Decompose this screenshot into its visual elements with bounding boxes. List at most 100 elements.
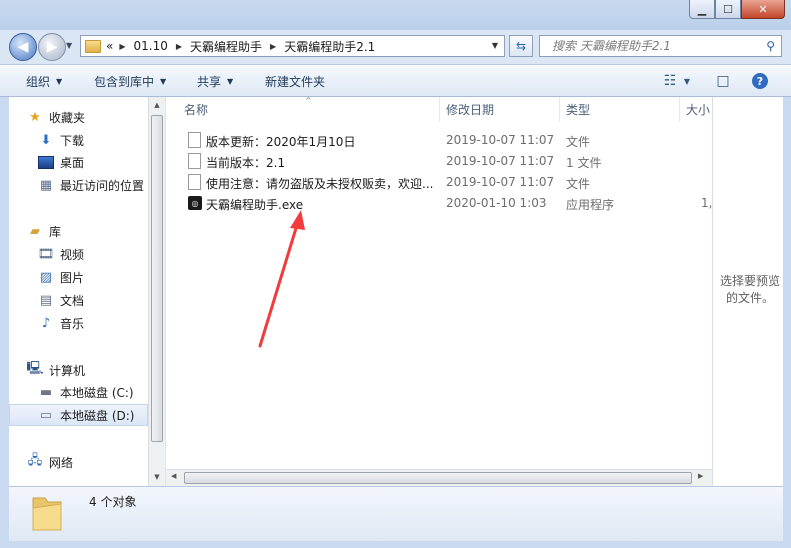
sidebar-item-label: 视频	[60, 247, 85, 262]
preview-pane-button[interactable]: □	[712, 70, 734, 92]
details-pane: 4 个对象	[9, 486, 783, 541]
breadcrumb-item[interactable]: 01.10	[134, 39, 168, 53]
scrollbar-thumb[interactable]	[184, 472, 692, 484]
pictures-icon: ▨	[39, 269, 53, 285]
refresh-button[interactable]: ⇆	[509, 35, 533, 57]
organize-label: 组织	[26, 75, 51, 89]
sidebar-item-label: 本地磁盘 (C:)	[60, 385, 134, 400]
help-button[interactable]: ?	[749, 70, 771, 92]
new-folder-label: 新建文件夹	[265, 75, 326, 89]
title-bar[interactable]: ▁ ☐ ✕	[0, 0, 791, 30]
sidebar-item-label: 音乐	[60, 316, 85, 331]
sidebar-item-favorites[interactable]: ★ 收藏夹	[27, 106, 148, 128]
network-icon: 🖧	[27, 453, 43, 468]
recent-pages-dropdown[interactable]: ▼	[66, 41, 72, 50]
view-icon: ☷	[663, 73, 677, 89]
horizontal-scrollbar[interactable]: ◀ ▶	[166, 469, 712, 486]
star-icon: ★	[29, 109, 41, 125]
preview-message: 选择要预览的文件。	[719, 274, 780, 305]
navigation-pane: ★ 收藏夹 ⬇ 下载 桌面 ▦ 最近访问的位置 ▰ 库 🎞 视频 ▨ 图片 ▤	[9, 97, 148, 486]
caption-buttons: ▁ ☐ ✕	[689, 0, 785, 19]
sidebar-item-label: 计算机	[49, 363, 86, 378]
arrow-right-icon: ▶	[46, 39, 58, 55]
folder-icon	[85, 39, 101, 53]
search-icon[interactable]: ⚲	[766, 39, 775, 53]
sidebar-item-music[interactable]: ♪ 音乐	[38, 312, 148, 334]
navigation-scrollbar[interactable]: ▲ ▼	[148, 97, 165, 486]
search-input[interactable]	[550, 38, 764, 54]
maximize-button[interactable]: ☐	[715, 0, 741, 19]
computer-icon: 🖳	[26, 361, 44, 376]
system-drive-icon: ▬	[39, 384, 53, 400]
chevron-right-icon[interactable]: ▶	[176, 42, 182, 51]
back-button[interactable]: ◀	[9, 33, 37, 61]
sidebar-item-documents[interactable]: ▤ 文档	[38, 289, 148, 311]
help-icon: ?	[752, 73, 768, 89]
desktop-icon	[38, 154, 54, 170]
video-icon: 🎞	[37, 246, 55, 262]
sidebar-item-recent-places[interactable]: ▦ 最近访问的位置	[38, 174, 148, 196]
scroll-right-arrow-icon[interactable]: ▶	[698, 472, 703, 480]
command-bar: 组织 ▼ 包含到库中 ▼ 共享 ▼ 新建文件夹 ☷ ▼ □ ?	[0, 64, 791, 97]
music-icon: ♪	[41, 315, 51, 331]
dropdown-arrow-icon: ▼	[56, 77, 63, 86]
close-button[interactable]: ✕	[741, 0, 785, 19]
annotation-arrow	[258, 210, 305, 348]
preview-pane-icon: □	[716, 73, 730, 89]
scroll-up-arrow-icon[interactable]: ▲	[149, 101, 165, 109]
scroll-left-arrow-icon[interactable]: ◀	[171, 472, 176, 480]
refresh-icon: ⇆	[515, 39, 527, 53]
item-count: 4 个对象	[89, 495, 137, 509]
include-in-library-menu[interactable]: 包含到库中 ▼	[94, 73, 166, 90]
chevron-right-icon[interactable]: ▶	[270, 42, 276, 51]
sidebar-item-label: 桌面	[60, 155, 85, 170]
drive-icon: ▭	[39, 407, 53, 423]
sidebar-item-label: 最近访问的位置	[60, 178, 145, 193]
sidebar-item-label: 收藏夹	[49, 110, 86, 125]
view-options-button[interactable]: ☷	[659, 70, 681, 92]
sidebar-item-videos[interactable]: 🎞 视频	[38, 243, 148, 265]
sidebar-item-network[interactable]: 🖧 网络	[27, 451, 148, 473]
view-options-dropdown[interactable]: ▼	[680, 70, 694, 92]
breadcrumb: « ▶ 01.10 ▶ 天霸编程助手 ▶ 天霸编程助手2.1	[106, 38, 375, 55]
chevron-right-icon: ▶	[119, 41, 126, 51]
preview-pane: 选择要预览的文件。	[712, 97, 783, 486]
sidebar-item-label: 本地磁盘 (D:)	[60, 408, 135, 423]
dropdown-arrow-icon: ▼	[160, 77, 167, 86]
window-frame	[0, 97, 9, 548]
sidebar-item-pictures[interactable]: ▨ 图片	[38, 266, 148, 288]
minimize-button[interactable]: ▁	[689, 0, 715, 19]
sidebar-item-desktop[interactable]: 桌面	[38, 151, 148, 173]
sidebar-item-drive-d[interactable]: ▭ 本地磁盘 (D:)	[9, 404, 148, 426]
sidebar-item-label: 文档	[60, 293, 85, 308]
window-frame	[783, 97, 791, 548]
scroll-down-arrow-icon[interactable]: ▼	[149, 473, 165, 481]
sidebar-item-label: 库	[49, 224, 62, 239]
downloads-icon: ⬇	[40, 132, 52, 148]
sidebar-item-libraries[interactable]: ▰ 库	[27, 220, 148, 242]
sidebar-item-label: 下载	[60, 133, 85, 148]
sidebar-item-label: 网络	[49, 455, 74, 470]
address-bar[interactable]: « ▶ 01.10 ▶ 天霸编程助手 ▶ 天霸编程助手2.1 ▼	[80, 35, 505, 57]
address-row: ◀ ▶ ▼ « ▶ 01.10 ▶ 天霸编程助手 ▶ 天霸编程助手2.1 ▼ ⇆…	[0, 30, 791, 62]
breadcrumb-overflow[interactable]: «	[106, 39, 113, 53]
search-box[interactable]: ⚲	[539, 35, 782, 57]
scrollbar-thumb[interactable]	[151, 115, 163, 442]
forward-button[interactable]: ▶	[38, 33, 66, 61]
breadcrumb-item[interactable]: 天霸编程助手	[190, 38, 262, 55]
new-folder-button[interactable]: 新建文件夹	[265, 73, 325, 90]
libraries-icon: ▰	[30, 223, 40, 239]
organize-menu[interactable]: 组织 ▼	[26, 73, 62, 90]
include-library-label: 包含到库中	[94, 75, 155, 89]
recent-places-icon: ▦	[39, 177, 53, 193]
address-history-dropdown[interactable]: ▼	[492, 41, 498, 50]
explorer-window: ▁ ☐ ✕ ◀ ▶ ▼ « ▶ 01.10 ▶ 天霸编程助手 ▶ 天霸编程助手2…	[0, 0, 791, 548]
arrow-left-icon: ◀	[17, 39, 29, 55]
folder-icon	[32, 497, 62, 531]
sidebar-item-drive-c[interactable]: ▬ 本地磁盘 (C:)	[38, 381, 148, 403]
breadcrumb-item[interactable]: 天霸编程助手2.1	[284, 38, 375, 55]
sidebar-item-computer[interactable]: 🖳 计算机	[26, 359, 148, 381]
window-frame	[0, 541, 791, 548]
share-menu[interactable]: 共享 ▼	[197, 73, 233, 90]
sidebar-item-downloads[interactable]: ⬇ 下载	[38, 129, 148, 151]
